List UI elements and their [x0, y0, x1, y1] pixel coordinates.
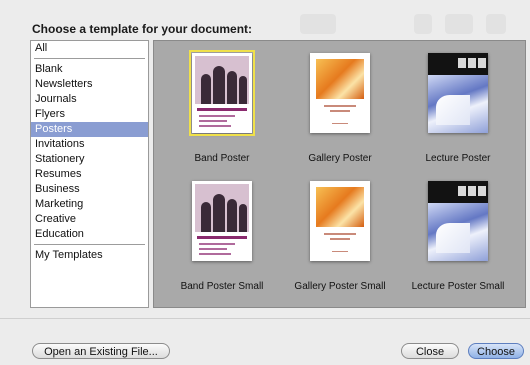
- lecture-image: [428, 203, 488, 261]
- sidebar-item-label: My Templates: [35, 249, 103, 261]
- lecture-poster-small-thumbnail[interactable]: [428, 181, 488, 261]
- sidebar-item-label: Newsletters: [35, 78, 93, 90]
- template-label: Lecture Poster Small: [411, 281, 505, 292]
- open-existing-file-button[interactable]: Open an Existing File...: [32, 343, 170, 359]
- template-lecture-poster[interactable]: Lecture Poster: [399, 53, 517, 168]
- template-grid[interactable]: Band Poster Gallery Poster Lecture Poste…: [153, 40, 526, 308]
- gallery-poster-small-thumbnail[interactable]: [310, 181, 370, 261]
- toolbar-ghost: [486, 14, 506, 34]
- band-photo: [195, 56, 249, 104]
- sidebar-item-label: All: [35, 42, 48, 54]
- sidebar-item-label: Creative: [35, 213, 76, 225]
- sidebar-item-stationery[interactable]: Stationery: [31, 152, 148, 167]
- toolbar-ghost: [445, 14, 473, 34]
- sidebar-item-resumes[interactable]: Resumes: [31, 167, 148, 182]
- template-band-poster-small[interactable]: Band Poster Small: [163, 181, 281, 296]
- sidebar-item-my-templates[interactable]: My Templates: [31, 248, 148, 263]
- sidebar-item-label: Education: [35, 228, 84, 240]
- sidebar-divider: [34, 58, 145, 59]
- sidebar-item-label: Flyers: [35, 108, 65, 120]
- template-label: Gallery Poster Small: [294, 281, 386, 292]
- sidebar-item-label: Posters: [35, 123, 73, 135]
- sidebar-item-label: Blank: [35, 63, 63, 75]
- template-band-poster[interactable]: Band Poster: [163, 50, 281, 168]
- gallery-image: [316, 59, 364, 99]
- template-gallery-poster-small[interactable]: Gallery Poster Small: [281, 181, 399, 296]
- band-poster-thumbnail[interactable]: [189, 50, 255, 136]
- sidebar-item-newsletters[interactable]: Newsletters: [31, 77, 148, 92]
- band-photo: [195, 184, 249, 232]
- sidebar-item-label: Marketing: [35, 198, 84, 210]
- category-list[interactable]: All Blank Newsletters Journals Flyers Po…: [30, 40, 149, 308]
- sidebar-item-invitations[interactable]: Invitations: [31, 137, 148, 152]
- sidebar-item-business[interactable]: Business: [31, 182, 148, 197]
- sidebar-item-label: Journals: [35, 93, 77, 105]
- sidebar-item-posters[interactable]: Posters: [31, 122, 148, 137]
- lecture-image: [428, 75, 488, 133]
- sidebar-divider: [34, 244, 145, 245]
- sidebar-item-all[interactable]: All: [31, 41, 148, 56]
- sidebar-item-blank[interactable]: Blank: [31, 62, 148, 77]
- sidebar-item-education[interactable]: Education: [31, 227, 148, 242]
- toolbar-ghost: [414, 14, 432, 34]
- gallery-poster-thumbnail[interactable]: [310, 53, 370, 133]
- choose-button[interactable]: Choose: [468, 343, 524, 359]
- template-label: Band Poster Small: [180, 281, 264, 292]
- gallery-image: [316, 187, 364, 227]
- sidebar-item-label: Invitations: [35, 138, 85, 150]
- sidebar-item-flyers[interactable]: Flyers: [31, 107, 148, 122]
- lecture-poster-thumbnail[interactable]: [428, 53, 488, 133]
- footer-divider: [0, 318, 530, 319]
- template-label: Lecture Poster: [425, 153, 491, 164]
- template-lecture-poster-small[interactable]: Lecture Poster Small: [399, 181, 517, 296]
- band-poster-small-thumbnail[interactable]: [192, 181, 252, 261]
- sidebar-item-journals[interactable]: Journals: [31, 92, 148, 107]
- template-gallery-poster[interactable]: Gallery Poster: [281, 53, 399, 168]
- sidebar-item-marketing[interactable]: Marketing: [31, 197, 148, 212]
- template-label: Band Poster: [194, 153, 250, 164]
- sidebar-item-label: Resumes: [35, 168, 82, 180]
- sidebar-item-label: Business: [35, 183, 80, 195]
- sidebar-item-label: Stationery: [35, 153, 85, 165]
- dialog-prompt: Choose a template for your document:: [32, 22, 253, 36]
- toolbar-ghost: [300, 14, 336, 34]
- sidebar-item-creative[interactable]: Creative: [31, 212, 148, 227]
- close-button[interactable]: Close: [401, 343, 459, 359]
- template-label: Gallery Poster: [308, 153, 372, 164]
